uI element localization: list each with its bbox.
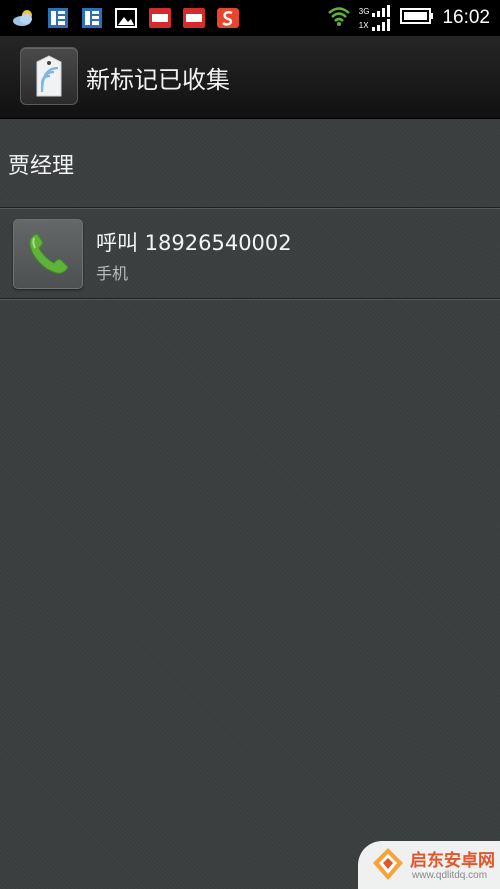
gallery-icon — [114, 6, 138, 30]
weather-icon — [12, 6, 36, 30]
notification-icons — [0, 6, 240, 30]
toutiao-icon — [148, 6, 172, 30]
cellular-signal: 3G 1X — [359, 5, 393, 31]
toutiao-icon — [182, 6, 206, 30]
news-icon — [80, 6, 104, 30]
phone-type-label: 手机 — [96, 264, 129, 283]
news-icon — [46, 6, 70, 30]
title-bar: 新标记已收集 — [0, 36, 500, 119]
network-type-1x: 1X — [358, 21, 369, 30]
network-type-3g: 3G — [358, 7, 370, 16]
divider — [0, 298, 500, 300]
watermark-logo-icon — [373, 848, 403, 880]
call-number-label: 呼叫 18926540002 — [96, 231, 292, 255]
page-title: 新标记已收集 — [86, 66, 230, 94]
signal-bars-icon — [372, 5, 391, 17]
wifi-icon — [327, 5, 351, 31]
contact-name: 贾经理 — [8, 154, 75, 179]
call-list-item[interactable]: 呼叫 18926540002 手机 — [0, 210, 500, 298]
divider — [0, 207, 500, 209]
signal-bars-icon — [371, 19, 390, 31]
watermark-url: www.qdlitdq.com — [412, 870, 488, 881]
phone-icon — [29, 233, 69, 274]
status-clock: 16:02 — [442, 7, 490, 28]
sohu-icon — [216, 6, 240, 30]
nfc-tag-app-icon[interactable] — [20, 47, 78, 105]
nfc-tag-icon — [36, 55, 62, 97]
watermark: 启东安卓网 www.qdlitdq.com — [358, 841, 500, 889]
call-button[interactable] — [13, 219, 83, 289]
status-bar: 3G 1X 16:02 — [0, 0, 500, 36]
watermark-title: 启东安卓网 — [410, 851, 495, 871]
battery-icon — [400, 7, 434, 29]
